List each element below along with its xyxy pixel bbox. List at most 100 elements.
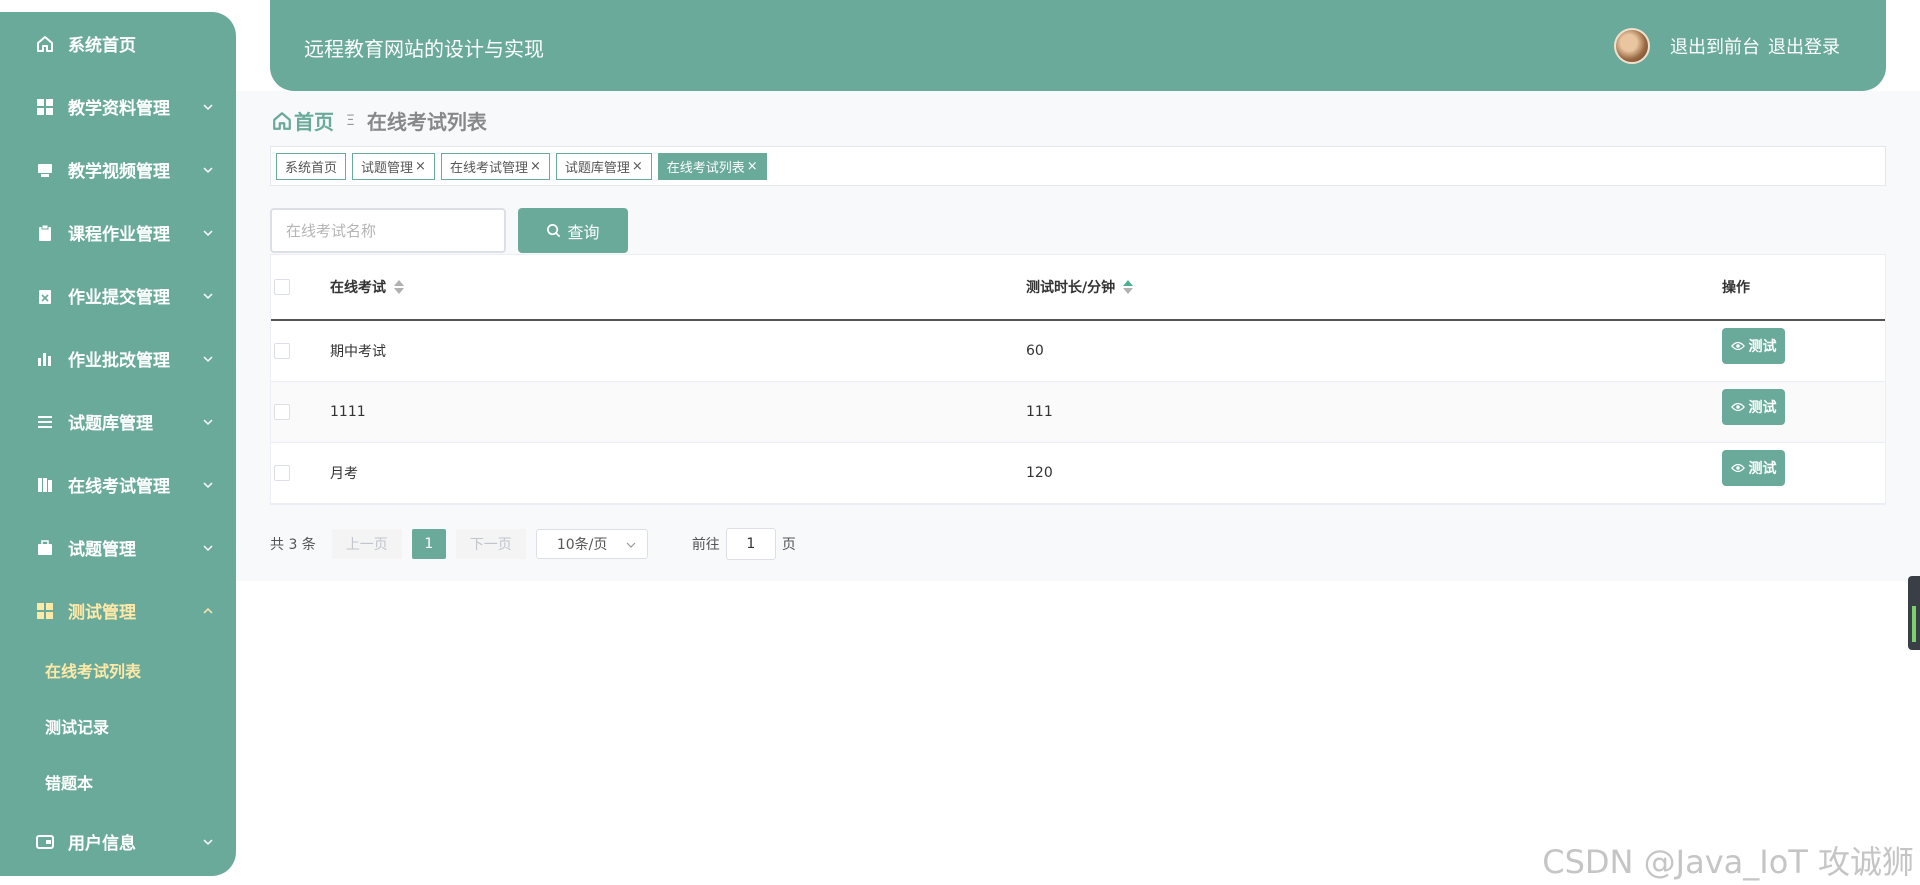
sidebar-subitem-wrong-questions[interactable]: 错题本 <box>0 754 236 810</box>
column-header-operation: 操作 <box>1722 280 1750 296</box>
tag-online-exam-list[interactable]: 在线考试列表 × <box>657 152 767 180</box>
close-icon[interactable]: × <box>530 159 541 174</box>
sidebar-item-test-management[interactable]: 测试管理 <box>0 579 236 642</box>
row-checkbox[interactable] <box>274 404 290 420</box>
close-icon[interactable]: × <box>747 159 758 174</box>
test-button-label: 测试 <box>1748 339 1777 355</box>
prev-page-button[interactable]: 上一页 <box>331 529 402 559</box>
watermark: CSDN @Java_IoT 攻诚狮 <box>1542 843 1914 881</box>
top-header: 远程教育网站的设计与实现 退出到前台 退出登录 <box>270 0 1886 91</box>
select-all-checkbox[interactable] <box>274 279 290 295</box>
list-icon <box>36 413 54 431</box>
tag-question-bank[interactable]: 试题库管理 × <box>555 152 652 180</box>
close-icon[interactable]: × <box>632 159 643 174</box>
sidebar-item-teaching-videos[interactable]: 教学视频管理 <box>0 138 236 201</box>
chevron-down-icon <box>203 229 213 236</box>
site-title: 远程教育网站的设计与实现 <box>304 37 544 61</box>
eye-icon <box>1730 402 1745 412</box>
search-input[interactable] <box>270 208 506 253</box>
page-size-value: 10条/页 <box>556 537 608 553</box>
page-number[interactable]: 1 <box>411 529 446 559</box>
breadcrumb-current: 在线考试列表 <box>366 110 487 134</box>
row-checkbox[interactable] <box>274 343 290 359</box>
sidebar-item-homework-grading[interactable]: 作业批改管理 <box>0 327 236 390</box>
exam-name: 月考 <box>330 466 358 482</box>
sidebar-item-label: 测试管理 <box>68 603 136 623</box>
table-row: 月考 120 测试 <box>271 443 1885 504</box>
breadcrumb-home-label: 首页 <box>294 110 334 134</box>
clipboard-icon <box>36 224 54 242</box>
next-page-button[interactable]: 下一页 <box>455 529 526 559</box>
sidebar-subitem-test-records[interactable]: 测试记录 <box>0 698 236 754</box>
floating-widget[interactable] <box>1908 576 1920 650</box>
sidebar-item-label: 作业提交管理 <box>68 288 170 308</box>
breadcrumb-home[interactable]: 首页 <box>272 106 334 135</box>
sidebar-item-label: 用户信息 <box>68 834 136 854</box>
eye-icon <box>1730 341 1745 351</box>
pagination-total: 共 3 条 <box>270 537 316 553</box>
sidebar-item-course-homework[interactable]: 课程作业管理 <box>0 201 236 264</box>
sidebar: 系统首页 教学资料管理 教学视频管理 课程作业管理 作业提交管理 作业批改管理 … <box>0 12 236 876</box>
sidebar-item-label: 教学资料管理 <box>68 99 170 119</box>
tag-label: 试题库管理 <box>564 160 630 176</box>
chevron-down-icon <box>626 542 636 548</box>
clipboard-x-icon <box>36 287 54 305</box>
test-button[interactable]: 测试 <box>1722 389 1785 425</box>
sidebar-item-label: 作业批改管理 <box>68 351 170 371</box>
exam-duration: 120 <box>1026 465 1053 481</box>
chevron-down-icon <box>203 166 213 173</box>
sort-icon[interactable] <box>394 280 404 294</box>
close-icon[interactable]: × <box>415 159 426 174</box>
briefcase-icon <box>36 539 54 557</box>
page-goto: 前往 页 <box>692 528 796 560</box>
logout-link[interactable]: 退出登录 <box>1768 33 1840 59</box>
test-button[interactable]: 测试 <box>1722 450 1785 486</box>
table-header: 在线考试 测试时长/分钟 操作 <box>271 255 1885 321</box>
exam-duration: 60 <box>1026 343 1044 359</box>
row-checkbox[interactable] <box>274 465 290 481</box>
chevron-down-icon <box>203 418 213 425</box>
chevron-down-icon <box>203 103 213 110</box>
chevron-up-icon <box>203 607 213 614</box>
front-link[interactable]: 退出到前台 <box>1670 33 1760 59</box>
table-row: 1111 111 测试 <box>271 382 1885 443</box>
app-root: 系统首页 教学资料管理 教学视频管理 课程作业管理 作业提交管理 作业批改管理 … <box>0 0 1920 885</box>
grid-icon <box>36 602 54 620</box>
card-icon <box>36 833 54 851</box>
page-size-select[interactable]: 10条/页 <box>535 529 648 559</box>
tag-label: 系统首页 <box>285 160 338 176</box>
test-button-label: 测试 <box>1748 400 1777 416</box>
tag-home[interactable]: 系统首页 <box>276 152 347 180</box>
sidebar-item-question-bank[interactable]: 试题库管理 <box>0 390 236 453</box>
sidebar-item-label: 在线考试管理 <box>68 477 170 497</box>
tag-label: 在线考试管理 <box>449 160 528 176</box>
sidebar-item-label: 试题管理 <box>68 540 136 560</box>
sidebar-item-online-exam[interactable]: 在线考试管理 <box>0 453 236 516</box>
search-button-label: 查询 <box>567 222 600 242</box>
search-button[interactable]: 查询 <box>518 208 628 253</box>
sidebar-item-homework-submission[interactable]: 作业提交管理 <box>0 264 236 327</box>
breadcrumb-separator: Ξ <box>346 112 355 129</box>
chevron-down-icon <box>203 292 213 299</box>
sidebar-subitem-online-exam-list[interactable]: 在线考试列表 <box>0 642 236 698</box>
goto-page-input[interactable] <box>725 528 776 560</box>
tag-online-exam-management[interactable]: 在线考试管理 × <box>440 152 550 180</box>
exam-table: 在线考试 测试时长/分钟 操作 期中考试 60 测试 1111 111 测试 月… <box>270 254 1886 505</box>
goto-label: 前往 <box>691 537 720 553</box>
home-icon <box>273 111 291 130</box>
sort-icon[interactable] <box>1123 280 1134 294</box>
search-icon <box>547 224 561 238</box>
tag-label: 在线考试列表 <box>666 160 745 176</box>
exam-name: 期中考试 <box>330 344 386 360</box>
test-button[interactable]: 测试 <box>1722 328 1785 364</box>
bar-chart-icon <box>36 350 54 368</box>
sidebar-item-teaching-materials[interactable]: 教学资料管理 <box>0 75 236 138</box>
chevron-down-icon <box>203 838 213 845</box>
sidebar-item-questions[interactable]: 试题管理 <box>0 516 236 579</box>
grid-icon <box>36 98 54 116</box>
tag-questions[interactable]: 试题管理 × <box>352 152 435 180</box>
sidebar-item-label: 教学视频管理 <box>68 162 170 182</box>
sidebar-item-user-info[interactable]: 用户信息 <box>0 810 236 873</box>
sidebar-item-home[interactable]: 系统首页 <box>0 12 236 75</box>
monitor-icon <box>36 161 54 179</box>
